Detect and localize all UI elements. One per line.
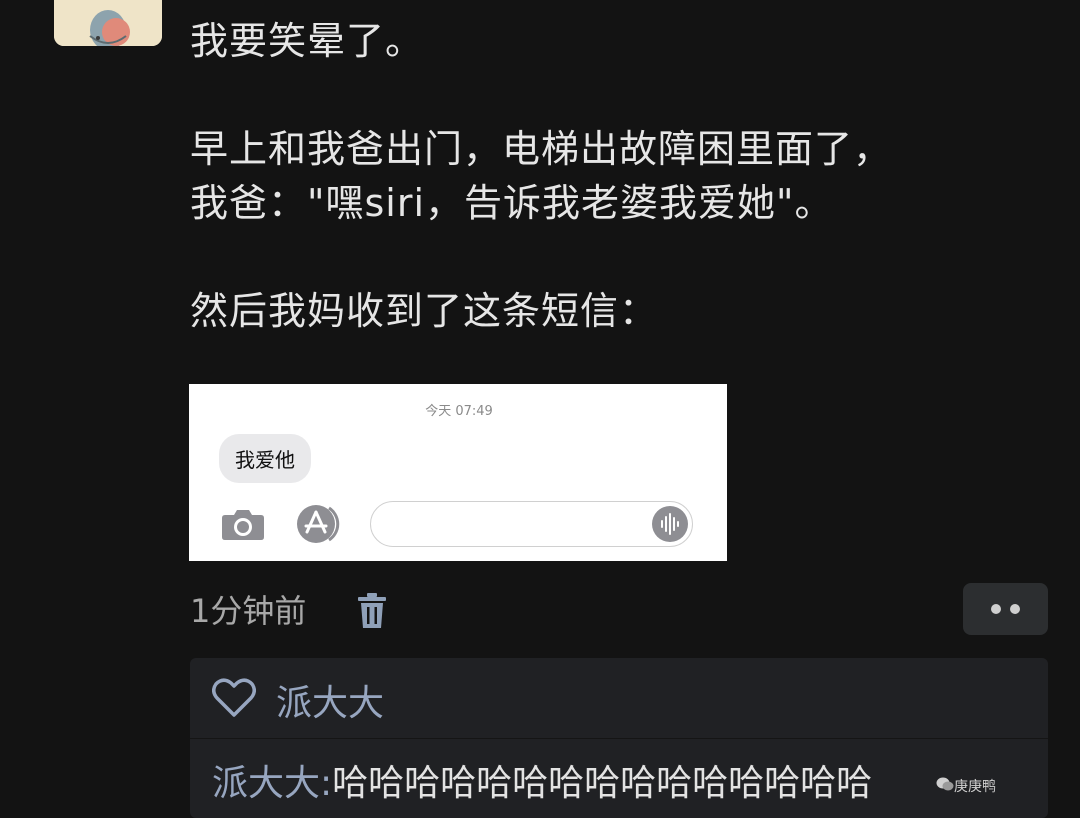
post-time: 1分钟前 [190, 592, 307, 630]
app-store-icon [295, 504, 345, 548]
likes-row: 派大大 [212, 672, 384, 728]
wechat-icon [936, 776, 954, 796]
divider [190, 738, 1048, 739]
message-bubble: 我爱他 [219, 434, 311, 483]
avatar-illustration [54, 0, 162, 46]
audio-waveform-icon [652, 506, 688, 546]
more-button[interactable] [963, 583, 1048, 635]
message-input[interactable] [370, 501, 693, 547]
comments-panel: 派大大 派大大:哈哈哈哈哈哈哈哈哈哈哈哈哈哈哈 [190, 658, 1048, 818]
heart-icon [212, 678, 256, 722]
post-image[interactable]: 今天 07:49 我爱他 [189, 384, 727, 561]
liked-by-name[interactable]: 派大大 [276, 674, 384, 726]
more-dots-icon [991, 604, 1001, 614]
watermark: 庚庚鸭 [936, 776, 996, 796]
comment-author[interactable]: 派大大: [212, 763, 332, 804]
watermark-text: 庚庚鸭 [954, 779, 996, 795]
avatar[interactable] [54, 0, 162, 46]
post-line-1: 我要笑晕了。 [190, 19, 425, 63]
comment-text: 哈哈哈哈哈哈哈哈哈哈哈哈哈哈哈 [332, 763, 873, 804]
message-timestamp: 今天 07:49 [425, 404, 493, 419]
comment-item: 派大大:哈哈哈哈哈哈哈哈哈哈哈哈哈哈哈 [212, 754, 872, 806]
trash-icon[interactable] [357, 592, 387, 634]
post-text: 我要笑晕了。 早上和我爸出门，电梯出故障困里面了， 我爸："嘿siri，告诉我老… [190, 14, 1050, 338]
camera-icon [221, 507, 265, 545]
post-line-4: 然后我妈收到了这条短信： [190, 289, 659, 333]
post-line-3: 我爸："嘿siri，告诉我老婆我爱她"。 [190, 181, 834, 225]
post-line-2: 早上和我爸出门，电梯出故障困里面了， [190, 127, 893, 171]
